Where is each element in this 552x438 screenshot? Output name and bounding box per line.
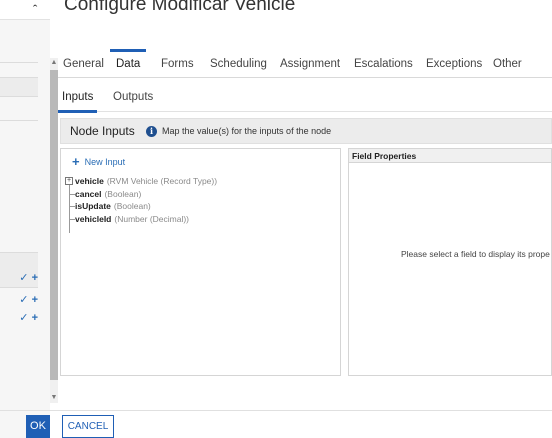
footer-divider: [0, 410, 552, 411]
edit-icon: ✓: [19, 294, 29, 306]
scroll-thumb[interactable]: [50, 70, 58, 380]
tree-connector: [69, 185, 70, 233]
tab-forms[interactable]: Forms: [161, 50, 194, 78]
background-row-actions[interactable]: ✓ +: [0, 308, 38, 328]
input-name: vehicle: [75, 176, 104, 186]
tab-scheduling[interactable]: Scheduling: [210, 50, 267, 78]
edit-icon: ✓: [19, 272, 29, 284]
new-input-button[interactable]: + New Input: [72, 153, 126, 169]
dialog-title: Configure Modificar Vehicle: [64, 0, 296, 15]
subtab-outputs[interactable]: Outputs: [113, 86, 153, 112]
background-row-actions[interactable]: ✓ +: [0, 268, 38, 288]
main-tabs: General Data Forms Scheduling Assignment…: [58, 49, 552, 78]
tab-data[interactable]: Data: [109, 49, 147, 78]
scroll-down-icon[interactable]: ▼: [50, 393, 58, 403]
tab-escalations[interactable]: Escalations: [354, 50, 413, 78]
cancel-button[interactable]: CANCEL: [62, 415, 114, 438]
section-title: Node Inputs: [70, 124, 135, 138]
background-divider: [0, 62, 38, 63]
background-row-actions[interactable]: ✓ +: [0, 290, 38, 310]
input-name: isUpdate: [75, 201, 111, 211]
background-divider: [0, 120, 38, 121]
input-name: cancel: [75, 188, 102, 199]
scroll-up-icon[interactable]: ▲: [50, 58, 58, 68]
configure-node-dialog: Configure Modificar Vehicle General Data…: [57, 0, 552, 438]
tab-assignment[interactable]: Assignment: [280, 50, 340, 78]
tab-other[interactable]: Other: [493, 50, 522, 78]
node-inputs-panel: + New Input + vehicle (RVM Vehicle (Record…: [60, 148, 341, 376]
field-properties-header: Field Properties: [349, 149, 551, 163]
input-name: vehicleId: [75, 213, 112, 224]
expand-icon[interactable]: +: [65, 177, 73, 185]
ok-button[interactable]: OK: [26, 415, 50, 438]
background-header-strip: [0, 77, 38, 97]
section-info-text: Map the value(s) for the inputs of the n…: [162, 126, 332, 136]
new-input-label: New Input: [84, 157, 126, 167]
input-type: (Boolean): [104, 188, 142, 199]
chevron-up-icon[interactable]: ˆ: [33, 2, 37, 17]
data-subtabs: Inputs Outputs: [57, 86, 552, 113]
edit-icon: ✓: [19, 312, 29, 324]
empty-state-message: Please select a field to display its pro…: [401, 249, 550, 259]
background-app: ˆ ✓ + ✓ + ✓ +: [0, 0, 50, 438]
node-inputs-header: Node Inputs i Map the value(s) for the i…: [60, 118, 552, 144]
plus-icon: +: [31, 294, 38, 306]
input-type: (RVM Vehicle (Record Type)): [106, 176, 218, 186]
modal-scrollbar[interactable]: ▲ ▼: [50, 58, 58, 403]
plus-icon: +: [72, 154, 80, 169]
tab-exceptions[interactable]: Exceptions: [426, 50, 482, 78]
input-type: (Boolean): [113, 201, 151, 211]
info-icon: i: [146, 126, 157, 137]
plus-icon: +: [31, 312, 38, 324]
input-type: (Number (Decimal)): [114, 213, 190, 224]
field-properties-panel: Field Properties Please select a field t…: [348, 148, 552, 376]
plus-icon: +: [31, 272, 38, 284]
background-topbar: ˆ: [0, 0, 50, 20]
tab-general[interactable]: General: [63, 50, 104, 78]
subtab-inputs[interactable]: Inputs: [57, 86, 98, 113]
